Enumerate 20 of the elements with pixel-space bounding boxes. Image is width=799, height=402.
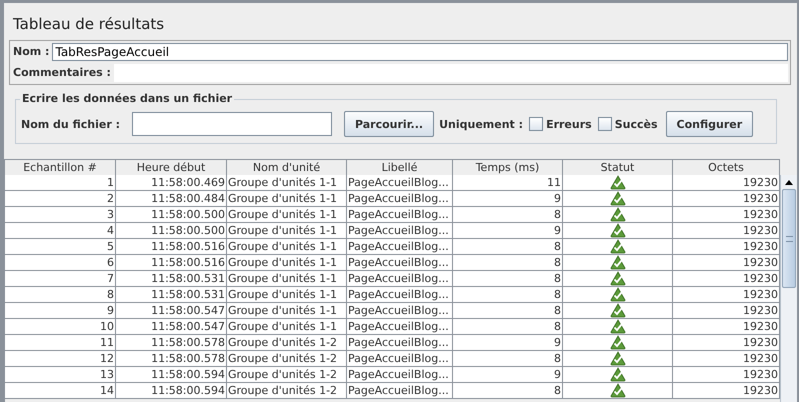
table-cell: 8 xyxy=(453,383,563,399)
scrollbar[interactable] xyxy=(780,175,797,402)
table-cell: 11:58:00.594 xyxy=(116,383,227,399)
file-name-label: Nom du fichier : xyxy=(21,118,120,130)
filter-checkbox[interactable]: Succès xyxy=(598,117,658,131)
file-name-field[interactable] xyxy=(132,112,332,136)
group-legend: Ecrire les données dans un fichier xyxy=(20,92,234,105)
panel-title: Tableau de résultats xyxy=(12,14,166,35)
filter-checkbox[interactable]: Erreurs xyxy=(529,117,592,131)
browse-button[interactable]: Parcourir... xyxy=(344,111,434,137)
up-arrow-icon xyxy=(785,180,793,184)
only-label: Uniquement : xyxy=(439,118,524,130)
comments-label: Commentaires : xyxy=(13,66,111,79)
configure-button[interactable]: Configurer xyxy=(666,111,754,137)
table-cell: PageAccueilBlog... xyxy=(347,383,453,399)
table-cell: 14 xyxy=(5,383,116,399)
scroll-thumb[interactable] xyxy=(782,189,796,288)
name-field[interactable]: TabResPageAccueil xyxy=(52,42,788,60)
table-cell: Groupe d'unités 1-2 xyxy=(227,383,347,399)
name-label: Nom : xyxy=(13,45,50,58)
